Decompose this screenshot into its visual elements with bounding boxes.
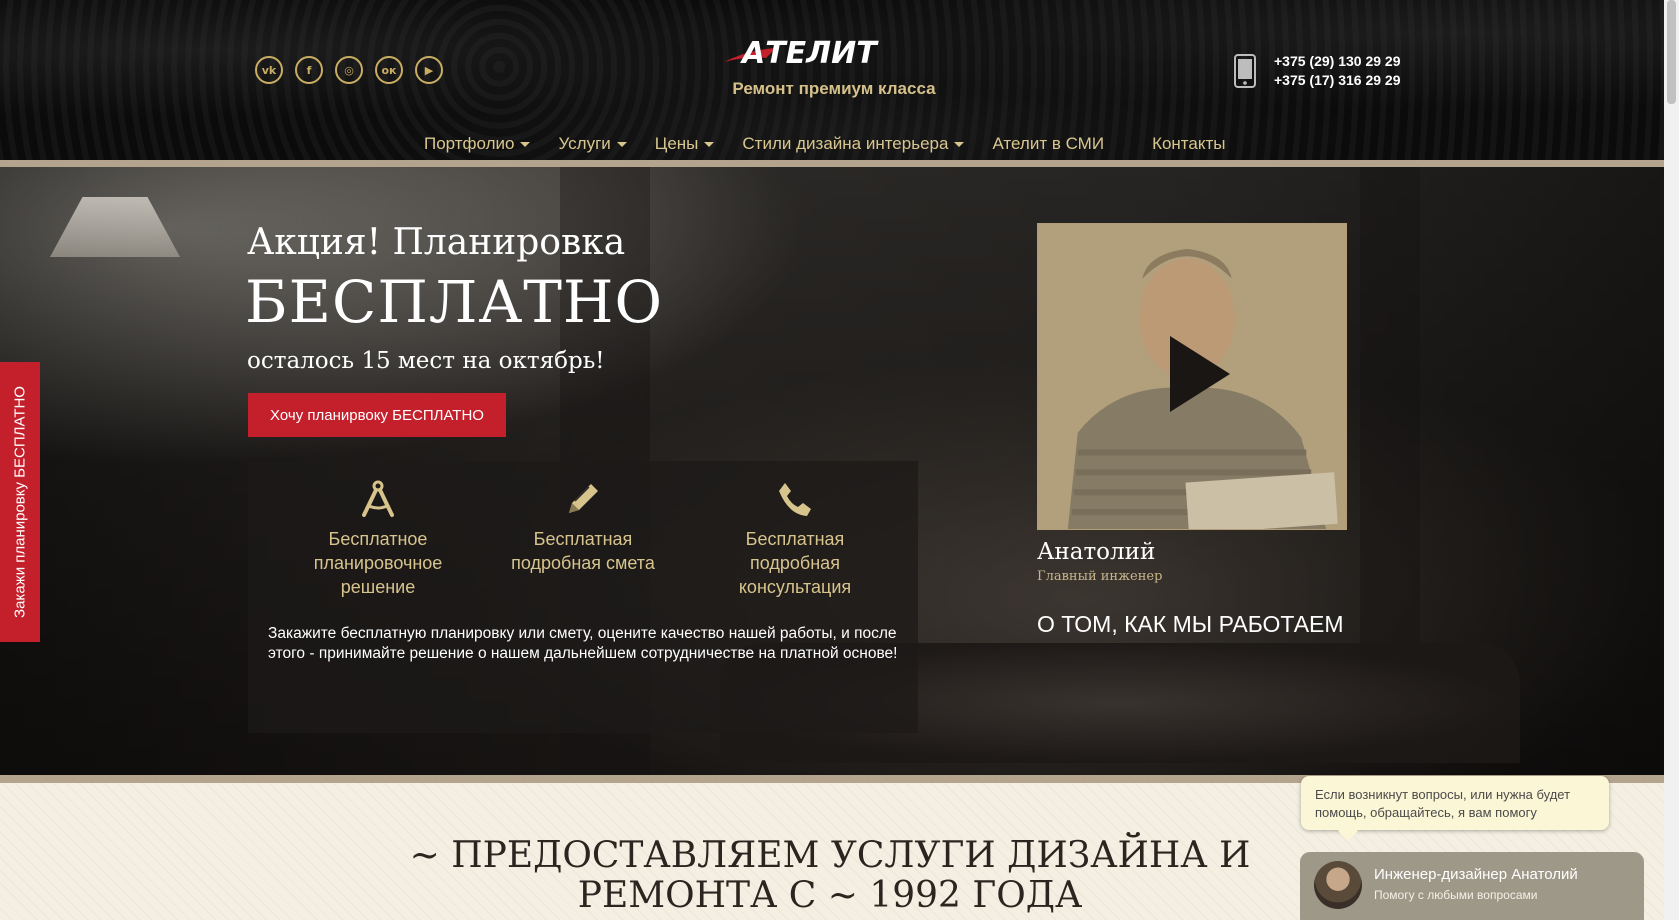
chevron-down-icon (520, 141, 531, 147)
logo-tagline: Ремонт премиум класса (732, 79, 936, 98)
benefit-label: Бесплатное планировочное решение (313, 529, 443, 597)
benefit-estimate: Бесплатная подробная смета (488, 479, 678, 575)
nav-prices[interactable]: Цены (655, 134, 715, 154)
benefit-label: Бесплатная подробная консультация (738, 529, 852, 597)
how-we-work-link[interactable]: О ТОМ, КАК МЫ РАБОТАЕМ (1037, 611, 1344, 638)
engineer-role: Главный инженер (1037, 569, 1163, 584)
odnoklassniki-icon[interactable]: ок (375, 56, 403, 84)
nav-design-styles[interactable]: Стили дизайна интерьера (742, 134, 965, 154)
instagram-icon[interactable]: ◎ (335, 56, 363, 84)
benefit-layout: Бесплатное планировочное решение (283, 479, 473, 599)
side-order-tab[interactable]: Закажи планировку БЕСПЛАТНО (0, 362, 40, 642)
chat-agent-name: Инженер-дизайнер Анатолий (1374, 866, 1578, 883)
main-nav: Портфолио Услуги Цены Стили дизайна инте… (424, 134, 1254, 154)
chat-agent-subtitle: Помогу с любыми вопросами (1374, 888, 1538, 902)
nav-services[interactable]: Услуги (558, 134, 627, 154)
social-links: vk f ◎ ок ▶ (255, 56, 443, 84)
page-scrollbar[interactable] (1664, 0, 1679, 920)
benefits-panel: Бесплатное планировочное решение Бесплат… (248, 461, 918, 733)
mobile-phone-icon (1234, 54, 1256, 88)
nav-portfolio[interactable]: Портфолио (424, 134, 531, 154)
nav-contacts[interactable]: Контакты (1152, 134, 1225, 154)
atelit-logo-mark: АТЕЛИТ (724, 36, 879, 71)
avatar (1314, 861, 1362, 909)
promo-title-free: БЕСПЛАТНО (245, 268, 664, 336)
youtube-icon[interactable]: ▶ (415, 56, 443, 84)
site-header: vk f ◎ ок ▶ АТЕЛИТ Ремонт премиум класса… (0, 0, 1664, 167)
chevron-down-icon (616, 141, 627, 147)
free-layout-button[interactable]: Хочу планирвоку БЕСПЛАТНО (248, 393, 506, 437)
phone-number-2[interactable]: +375 (17) 316 29 29 (1274, 71, 1401, 90)
phone-icon (779, 483, 811, 516)
promo-subtitle: осталось 15 мест на октябрь! (247, 348, 605, 374)
compass-icon (362, 480, 394, 517)
site-logo[interactable]: АТЕЛИТ Ремонт премиум класса (718, 36, 950, 99)
nav-media[interactable]: Ателит в СМИ (992, 134, 1104, 154)
play-icon[interactable] (1170, 336, 1230, 412)
pencil-icon (569, 484, 598, 513)
side-order-tab-label: Закажи планировку БЕСПЛАТНО (11, 386, 29, 618)
phone-number-1[interactable]: +375 (29) 130 29 29 (1274, 52, 1401, 71)
video-thumbnail[interactable] (1037, 223, 1347, 530)
chevron-down-icon (954, 141, 965, 147)
phone-block: +375 (29) 130 29 29 +375 (17) 316 29 29 (1234, 52, 1401, 90)
decor-lamp (50, 197, 180, 257)
svg-text:АТЕЛИТ: АТЕЛИТ (740, 36, 879, 68)
services-title: ~ ПРЕДОСТАВЛЯЕМ УСЛУГИ ДИЗАЙНА И РЕМОНТА… (409, 835, 1251, 916)
chevron-down-icon (704, 141, 715, 147)
engineer-name: Анатолий (1037, 539, 1156, 565)
promo-title: Акция! Планировка (247, 222, 626, 263)
chat-widget[interactable]: Инженер-дизайнер Анатолий Помогу с любым… (1300, 852, 1644, 920)
facebook-icon[interactable]: f (295, 56, 323, 84)
chat-greeting-bubble[interactable]: Если возникнут вопросы, или нужна будет … (1301, 776, 1609, 830)
vk-icon[interactable]: vk (255, 56, 283, 84)
scrollbar-thumb[interactable] (1667, 0, 1676, 104)
benefit-consultation: Бесплатная подробная консультация (700, 479, 890, 599)
benefits-description: Закажите бесплатную планировку или смету… (268, 625, 898, 662)
benefit-label: Бесплатная подробная смета (511, 529, 655, 573)
